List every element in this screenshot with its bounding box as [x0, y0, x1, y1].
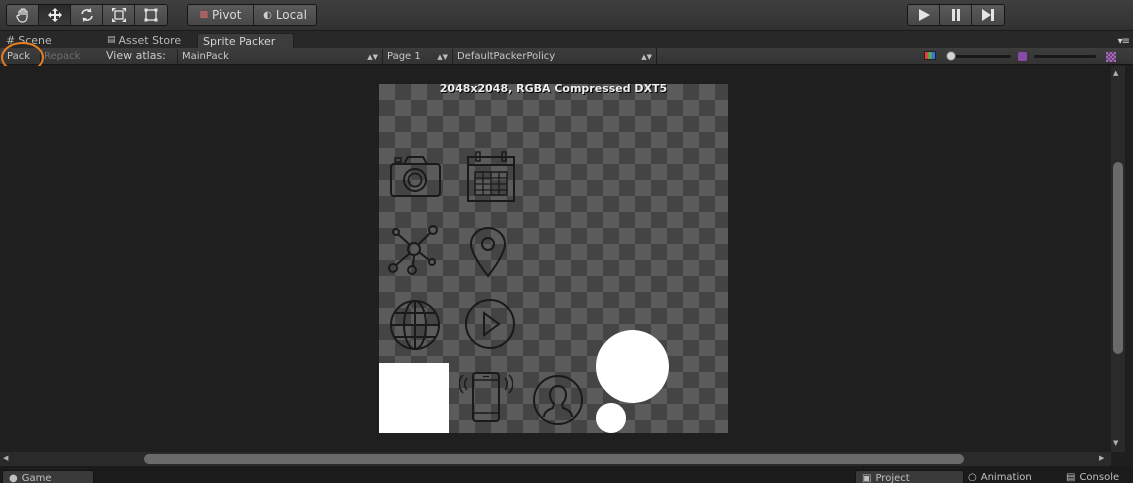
step-button[interactable]: [972, 5, 1004, 25]
tab-game[interactable]: ● Game: [2, 470, 94, 483]
play-circle-icon: [465, 299, 515, 349]
white-circle-small-sprite: [596, 403, 626, 433]
hand-icon: [15, 8, 28, 23]
console-icon: ▤: [1066, 472, 1076, 483]
transform-tools: [6, 4, 168, 26]
pause-icon: [951, 9, 960, 21]
main-toolbar: ▩ Pivot ◐ Local: [0, 0, 1133, 31]
pivot-icon: ▩: [199, 10, 209, 20]
hand-tool-button[interactable]: [7, 5, 39, 25]
horizontal-scrollbar[interactable]: ◀ ▶: [0, 452, 1111, 466]
updown-arrow-icon: ▲▼: [437, 52, 448, 61]
camera-icon: [390, 156, 441, 197]
move-icon: [47, 8, 62, 22]
tab-project[interactable]: ▣ Project: [855, 470, 964, 483]
atlas-preview-canvas[interactable]: 2048x2048, RGBA Compressed DXT5: [0, 66, 1111, 452]
repack-button[interactable]: Repack: [44, 50, 80, 63]
location-pin-icon: [469, 226, 507, 278]
globe-icon: [390, 300, 440, 350]
page-dropdown[interactable]: Page 1 ▲▼: [382, 49, 452, 64]
atlas-dropdown[interactable]: MainPack ▲▼: [177, 49, 382, 64]
folder-icon: ▣: [862, 473, 872, 483]
atlas-dropdown-value: MainPack: [182, 51, 229, 62]
updown-arrow-icon: ▲▼: [641, 52, 652, 61]
handle-position-group: ▩ Pivot ◐ Local: [187, 4, 317, 26]
game-icon: ●: [9, 473, 18, 483]
tab-asset-store[interactable]: ▤ Asset Store: [102, 33, 186, 48]
scale-tool-button[interactable]: [103, 5, 135, 25]
policy-dropdown-value: DefaultPackerPolicy: [457, 51, 556, 62]
rect-icon: [144, 8, 158, 22]
mip-slider-track[interactable]: [1034, 55, 1096, 58]
tab-sprite-packer-label: Sprite Packer: [203, 34, 276, 48]
atlas-info-label: 2048x2048, RGBA Compressed DXT5: [439, 82, 668, 95]
scroll-right-arrow-icon[interactable]: ▶: [1099, 454, 1104, 462]
alpha-checker-icon[interactable]: [1106, 52, 1116, 62]
local-button[interactable]: ◐ Local: [254, 5, 316, 25]
color-channel-icon[interactable]: [924, 51, 936, 60]
zoom-slider-track[interactable]: [951, 55, 1011, 58]
vertical-scrollbar[interactable]: ▲ ▼: [1111, 66, 1125, 452]
tab-console[interactable]: ▤ Console: [1060, 470, 1125, 483]
local-icon: ◐: [263, 9, 272, 21]
bottom-tab-row: ● Game ▣ Project ○ Animation ▤ Console: [0, 466, 1133, 483]
zoom-slider-knob[interactable]: [946, 51, 956, 61]
policy-dropdown[interactable]: DefaultPackerPolicy ▲▼: [452, 49, 656, 64]
bag-icon: ▤: [107, 35, 116, 45]
rect-tool-button[interactable]: [135, 5, 167, 25]
updown-arrow-icon: ▲▼: [367, 52, 378, 61]
user-avatar-icon: [533, 375, 583, 425]
editor-tab-row: # Scene ▤ Asset Store Sprite Packer ▾≡: [0, 31, 1133, 48]
tab-sprite-packer[interactable]: Sprite Packer: [197, 33, 294, 48]
tab-animation-label: Animation: [980, 472, 1032, 483]
view-atlas-label: View atlas:: [106, 49, 166, 62]
vertical-scroll-thumb[interactable]: [1113, 162, 1123, 354]
network-icon: [388, 225, 438, 275]
calendar-icon: [467, 151, 515, 202]
local-label: Local: [275, 8, 307, 22]
tab-asset-store-label: Asset Store: [118, 34, 182, 47]
scale-icon: [111, 8, 126, 22]
mip-icon[interactable]: [1018, 52, 1027, 61]
tab-game-label: Game: [21, 473, 52, 483]
phone-vibrate-icon: [459, 372, 513, 422]
tab-project-label: Project: [875, 473, 910, 483]
rotate-tool-button[interactable]: [71, 5, 103, 25]
toolbar-divider: [656, 48, 657, 65]
horizontal-scroll-thumb[interactable]: [144, 454, 964, 464]
step-icon: [982, 9, 994, 21]
page-dropdown-value: Page 1: [387, 51, 421, 62]
rotate-icon: [80, 8, 93, 22]
pivot-button[interactable]: ▩ Pivot: [188, 5, 254, 25]
move-tool-button[interactable]: [39, 5, 71, 25]
white-square-sprite: [379, 363, 449, 433]
tab-console-label: Console: [1079, 472, 1120, 483]
scroll-left-arrow-icon[interactable]: ◀: [3, 454, 8, 462]
scroll-up-arrow-icon[interactable]: ▲: [1113, 69, 1118, 77]
sprite-packer-toolbar: Pack Repack View atlas: MainPack ▲▼ Page…: [0, 48, 1133, 65]
white-circle-large-sprite: [596, 330, 669, 403]
animation-icon: ○: [968, 472, 977, 483]
tab-animation[interactable]: ○ Animation: [962, 470, 1038, 483]
tab-options-menu-icon[interactable]: ▾≡: [1118, 36, 1130, 47]
play-controls: [907, 4, 1005, 26]
play-icon: [918, 9, 930, 21]
pause-button[interactable]: [940, 5, 972, 25]
play-button[interactable]: [908, 5, 940, 25]
scroll-down-arrow-icon[interactable]: ▼: [1113, 439, 1118, 447]
pivot-label: Pivot: [212, 8, 242, 22]
